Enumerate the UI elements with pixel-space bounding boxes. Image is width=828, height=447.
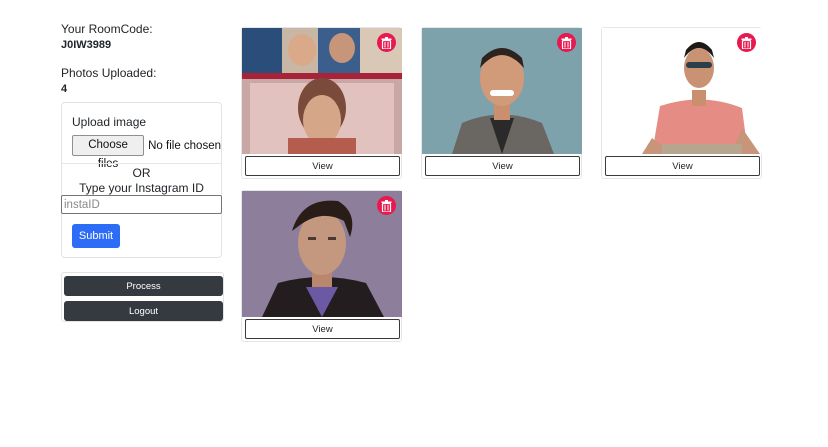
- trash-icon: [741, 36, 752, 49]
- upload-image-label: Upload image: [72, 115, 147, 129]
- view-photo-button[interactable]: View: [245, 319, 400, 339]
- or-text: OR: [132, 166, 151, 180]
- action-card: Process Logout: [61, 272, 224, 322]
- view-photo-button[interactable]: View: [605, 156, 760, 176]
- trash-icon: [381, 36, 392, 49]
- trash-icon: [561, 36, 572, 49]
- instagram-id-input[interactable]: [61, 195, 222, 214]
- room-code-label: Your RoomCode:: [61, 22, 153, 36]
- view-photo-button[interactable]: View: [245, 156, 400, 176]
- choose-files-button[interactable]: Choose files: [72, 135, 145, 170]
- view-photo-button[interactable]: View: [425, 156, 580, 176]
- submit-button[interactable]: Submit: [72, 224, 120, 248]
- instagram-label: Type your Instagram ID: [79, 181, 204, 195]
- file-status-text: No file chosen: [148, 139, 221, 152]
- photo-card: View: [241, 190, 402, 342]
- logout-button[interactable]: Logout: [64, 301, 223, 321]
- room-code-value: J0IW3989: [61, 39, 112, 51]
- photo-card: View: [601, 27, 762, 179]
- room-info: Your RoomCode: J0IW3989 Photos Uploaded:…: [61, 22, 222, 96]
- delete-photo-button[interactable]: [557, 33, 576, 52]
- or-divider: [62, 163, 221, 164]
- delete-photo-button[interactable]: [377, 33, 396, 52]
- photos-uploaded-label: Photos Uploaded:: [61, 66, 157, 80]
- process-button[interactable]: Process: [64, 276, 223, 296]
- photos-uploaded-count: 4: [61, 83, 68, 95]
- photo-card: View: [241, 27, 402, 179]
- file-input[interactable]: Choose files No file chosen: [72, 135, 221, 170]
- upload-card: Upload image Choose files No file chosen…: [61, 102, 222, 258]
- delete-photo-button[interactable]: [737, 33, 756, 52]
- delete-photo-button[interactable]: [377, 196, 396, 215]
- trash-icon: [381, 199, 392, 212]
- photo-card: View: [421, 27, 582, 179]
